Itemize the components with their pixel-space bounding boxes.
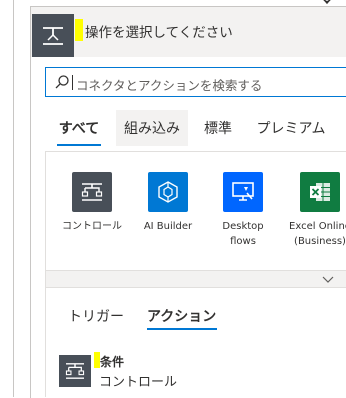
tab-premium[interactable]: プレミアム [252, 110, 330, 146]
expand-connectors-bar[interactable] [46, 270, 346, 288]
tab-standard[interactable]: 標準 [199, 110, 237, 146]
connector-label-line2: (Business) [294, 236, 346, 247]
connector-label: コントロール [62, 221, 122, 232]
connector-label-line2: flows [230, 236, 256, 247]
action-subtitle: コントロール [99, 375, 178, 390]
desktop-flows-icon [223, 172, 263, 212]
connector-label-line1: Desktop [222, 221, 264, 232]
sub-tab-selected-indicator [147, 328, 217, 330]
tab-all[interactable]: すべて [55, 110, 103, 146]
control-icon [32, 14, 74, 57]
tab-triggers[interactable]: トリガー [68, 306, 124, 326]
connector-control[interactable]: コントロール [52, 172, 132, 234]
text-caret [72, 75, 73, 90]
search-input[interactable]: コネクタとアクションを検索する [45, 67, 346, 97]
connector-ai-builder[interactable]: AI Builder [128, 172, 208, 234]
tab-actions[interactable]: アクション [147, 306, 216, 326]
search-icon [55, 75, 69, 89]
connector-label-line1: Excel Online [289, 221, 346, 232]
outer-card-border [13, 0, 14, 397]
connector-label: Excel Online (Business) [280, 219, 346, 249]
connector-label: AI Builder [143, 221, 193, 232]
search-placeholder: コネクタとアクションを検索する [76, 78, 263, 93]
connectors-panel: コントロール AI Builder Desktop flows Excel On… [45, 151, 346, 397]
connector-desktop-flows[interactable]: Desktop flows [203, 172, 283, 249]
connector-excel-online[interactable]: Excel Online (Business) [280, 172, 346, 249]
chevron-down-icon [322, 276, 334, 283]
tab-built-in[interactable]: 組み込み [116, 110, 188, 146]
control-icon [72, 172, 112, 212]
action-item-condition[interactable]: 条件 コントロール [59, 352, 339, 396]
page-title: 操作を選択してください [85, 25, 233, 41]
tab-selected-indicator [57, 144, 101, 146]
connector-label: Desktop flows [203, 219, 283, 249]
header-text-highlight [75, 19, 83, 41]
control-icon [59, 355, 91, 387]
action-title: 条件 [100, 355, 125, 369]
excel-icon [300, 172, 340, 212]
ai-builder-icon [148, 172, 188, 212]
